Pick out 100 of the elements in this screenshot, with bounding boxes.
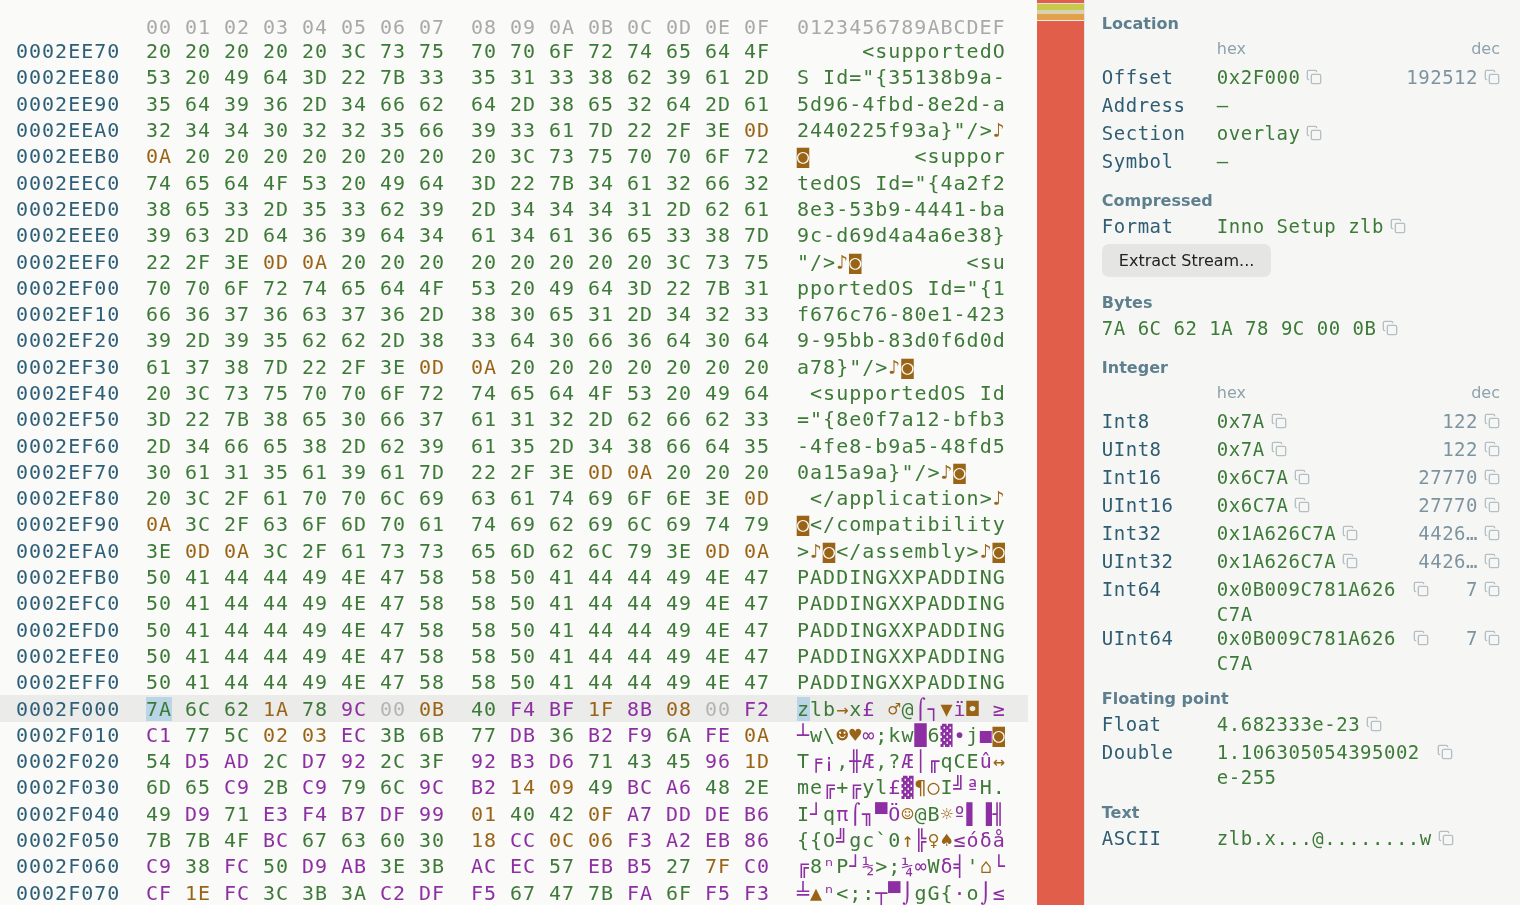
hex-byte[interactable]: CF bbox=[146, 880, 172, 905]
hex-byte[interactable]: 20 bbox=[744, 354, 770, 379]
copy-icon[interactable] bbox=[1382, 320, 1399, 336]
hex-byte[interactable]: 42 bbox=[549, 801, 575, 826]
hex-byte[interactable]: 7B bbox=[146, 828, 172, 853]
hex-byte[interactable]: 44 bbox=[588, 591, 614, 616]
hex-byte[interactable]: 3B bbox=[380, 722, 406, 747]
hex-byte[interactable]: 3C bbox=[263, 880, 289, 905]
hex-byte[interactable]: 32 bbox=[666, 170, 692, 195]
hex-byte[interactable]: 22 bbox=[185, 407, 211, 432]
hex-byte[interactable]: 7B bbox=[588, 880, 614, 905]
hex-byte[interactable]: 3E bbox=[380, 854, 406, 879]
copy-icon[interactable] bbox=[1294, 469, 1311, 485]
hex-byte[interactable]: 0A bbox=[302, 249, 328, 274]
hex-byte[interactable]: 33 bbox=[510, 118, 536, 143]
hex-byte[interactable]: 3E bbox=[380, 354, 406, 379]
hex-byte[interactable]: 20 bbox=[666, 381, 692, 405]
hex-byte[interactable]: 20 bbox=[419, 249, 445, 274]
hex-byte[interactable]: 41 bbox=[549, 617, 575, 642]
hex-byte[interactable]: 64 bbox=[705, 433, 731, 458]
copy-icon[interactable] bbox=[1366, 716, 1383, 732]
hex-byte[interactable]: 2C bbox=[380, 749, 406, 774]
hex-byte[interactable]: 31 bbox=[510, 65, 536, 90]
hex-byte[interactable]: 30 bbox=[146, 459, 172, 484]
hex-byte[interactable]: 71 bbox=[224, 801, 250, 826]
hex-byte[interactable]: 44 bbox=[263, 643, 289, 668]
hex-byte[interactable]: 3D bbox=[471, 170, 497, 195]
hex-byte[interactable]: 20 bbox=[627, 354, 653, 379]
hex-byte[interactable]: 36 bbox=[263, 91, 289, 116]
hex-byte[interactable]: 20 bbox=[588, 354, 614, 379]
hex-byte[interactable]: DF bbox=[419, 880, 445, 905]
hex-byte[interactable]: 4E bbox=[705, 617, 731, 642]
hex-byte[interactable]: 20 bbox=[146, 486, 172, 511]
hex-byte[interactable]: 61 bbox=[341, 538, 367, 563]
hex-byte[interactable]: A7 bbox=[627, 801, 653, 826]
hex-byte[interactable]: 73 bbox=[419, 538, 445, 563]
hex-byte[interactable]: 72 bbox=[588, 39, 614, 64]
hex-byte[interactable]: 2D bbox=[549, 433, 575, 458]
copy-icon[interactable] bbox=[1484, 413, 1500, 429]
hex-byte[interactable]: 6F bbox=[705, 144, 731, 169]
hex-byte[interactable]: 49 bbox=[666, 565, 692, 590]
hex-byte[interactable]: 54 bbox=[146, 749, 172, 774]
hex-byte[interactable]: 33 bbox=[419, 65, 445, 90]
hex-byte[interactable]: 50 bbox=[510, 617, 536, 642]
hex-byte[interactable]: 30 bbox=[341, 407, 367, 432]
hex-byte[interactable]: 3C bbox=[341, 39, 367, 64]
copy-icon[interactable] bbox=[1412, 581, 1429, 597]
hex-byte[interactable]: 22 bbox=[471, 459, 497, 484]
hex-byte[interactable]: 63 bbox=[185, 223, 211, 248]
hex-byte[interactable]: 62 bbox=[341, 328, 367, 353]
hex-byte[interactable]: 41 bbox=[549, 591, 575, 616]
hex-byte[interactable]: 6F bbox=[627, 486, 653, 511]
hex-byte[interactable]: 31 bbox=[627, 196, 653, 221]
copy-icon[interactable] bbox=[1436, 744, 1453, 760]
hex-byte[interactable]: 47 bbox=[380, 565, 406, 590]
hex-byte[interactable]: 49 bbox=[666, 591, 692, 616]
hex-byte[interactable]: 35 bbox=[263, 459, 289, 484]
hex-byte[interactable]: 50 bbox=[263, 854, 289, 879]
hex-byte[interactable]: 18 bbox=[471, 828, 497, 853]
hex-byte[interactable]: 38 bbox=[705, 223, 731, 248]
hex-byte[interactable]: 64 bbox=[224, 170, 250, 195]
hex-byte[interactable]: 3D bbox=[302, 65, 328, 90]
hex-byte[interactable]: 20 bbox=[510, 354, 536, 379]
hex-byte[interactable]: 41 bbox=[185, 565, 211, 590]
hex-byte[interactable]: 61 bbox=[627, 170, 653, 195]
hex-byte[interactable]: 34 bbox=[588, 196, 614, 221]
hex-byte[interactable]: 44 bbox=[627, 617, 653, 642]
hex-byte[interactable]: 20 bbox=[419, 144, 445, 169]
hex-byte[interactable]: 64 bbox=[588, 275, 614, 300]
hex-byte[interactable]: 39 bbox=[224, 328, 250, 353]
hex-byte[interactable]: 2F bbox=[666, 118, 692, 143]
hex-byte[interactable]: 78 bbox=[302, 696, 328, 721]
hex-byte[interactable]: 50 bbox=[510, 591, 536, 616]
hex-byte[interactable]: 39 bbox=[146, 328, 172, 353]
hex-byte[interactable]: 47 bbox=[380, 643, 406, 668]
hex-byte[interactable]: 50 bbox=[510, 670, 536, 695]
hex-byte[interactable]: 1D bbox=[744, 749, 770, 774]
hex-byte[interactable]: D7 bbox=[302, 749, 328, 774]
hex-byte[interactable]: 70 bbox=[341, 486, 367, 511]
hex-byte[interactable]: 61 bbox=[419, 512, 445, 537]
hex-byte[interactable]: 4E bbox=[705, 670, 731, 695]
hex-byte[interactable]: 4F bbox=[588, 381, 614, 405]
hex-byte[interactable]: 58 bbox=[419, 565, 445, 590]
hex-byte[interactable]: 69 bbox=[666, 512, 692, 537]
hex-byte[interactable]: 20 bbox=[510, 275, 536, 300]
hex-byte[interactable]: 62 bbox=[549, 538, 575, 563]
hex-byte[interactable]: 2F bbox=[302, 538, 328, 563]
hex-byte[interactable]: 73 bbox=[224, 381, 250, 405]
hex-byte[interactable]: 65 bbox=[666, 39, 692, 64]
hex-byte[interactable]: 44 bbox=[588, 617, 614, 642]
hex-byte[interactable]: 2F bbox=[510, 459, 536, 484]
hex-byte[interactable]: 4F bbox=[224, 828, 250, 853]
hex-byte[interactable]: 3E bbox=[666, 538, 692, 563]
hex-byte[interactable]: 2D bbox=[705, 91, 731, 116]
hex-byte[interactable]: 75 bbox=[419, 39, 445, 64]
hex-byte[interactable]: 49 bbox=[380, 170, 406, 195]
hex-byte[interactable]: 30 bbox=[549, 328, 575, 353]
hex-byte[interactable]: 2D bbox=[510, 91, 536, 116]
hex-byte[interactable]: 41 bbox=[549, 643, 575, 668]
hex-byte[interactable]: 41 bbox=[185, 643, 211, 668]
